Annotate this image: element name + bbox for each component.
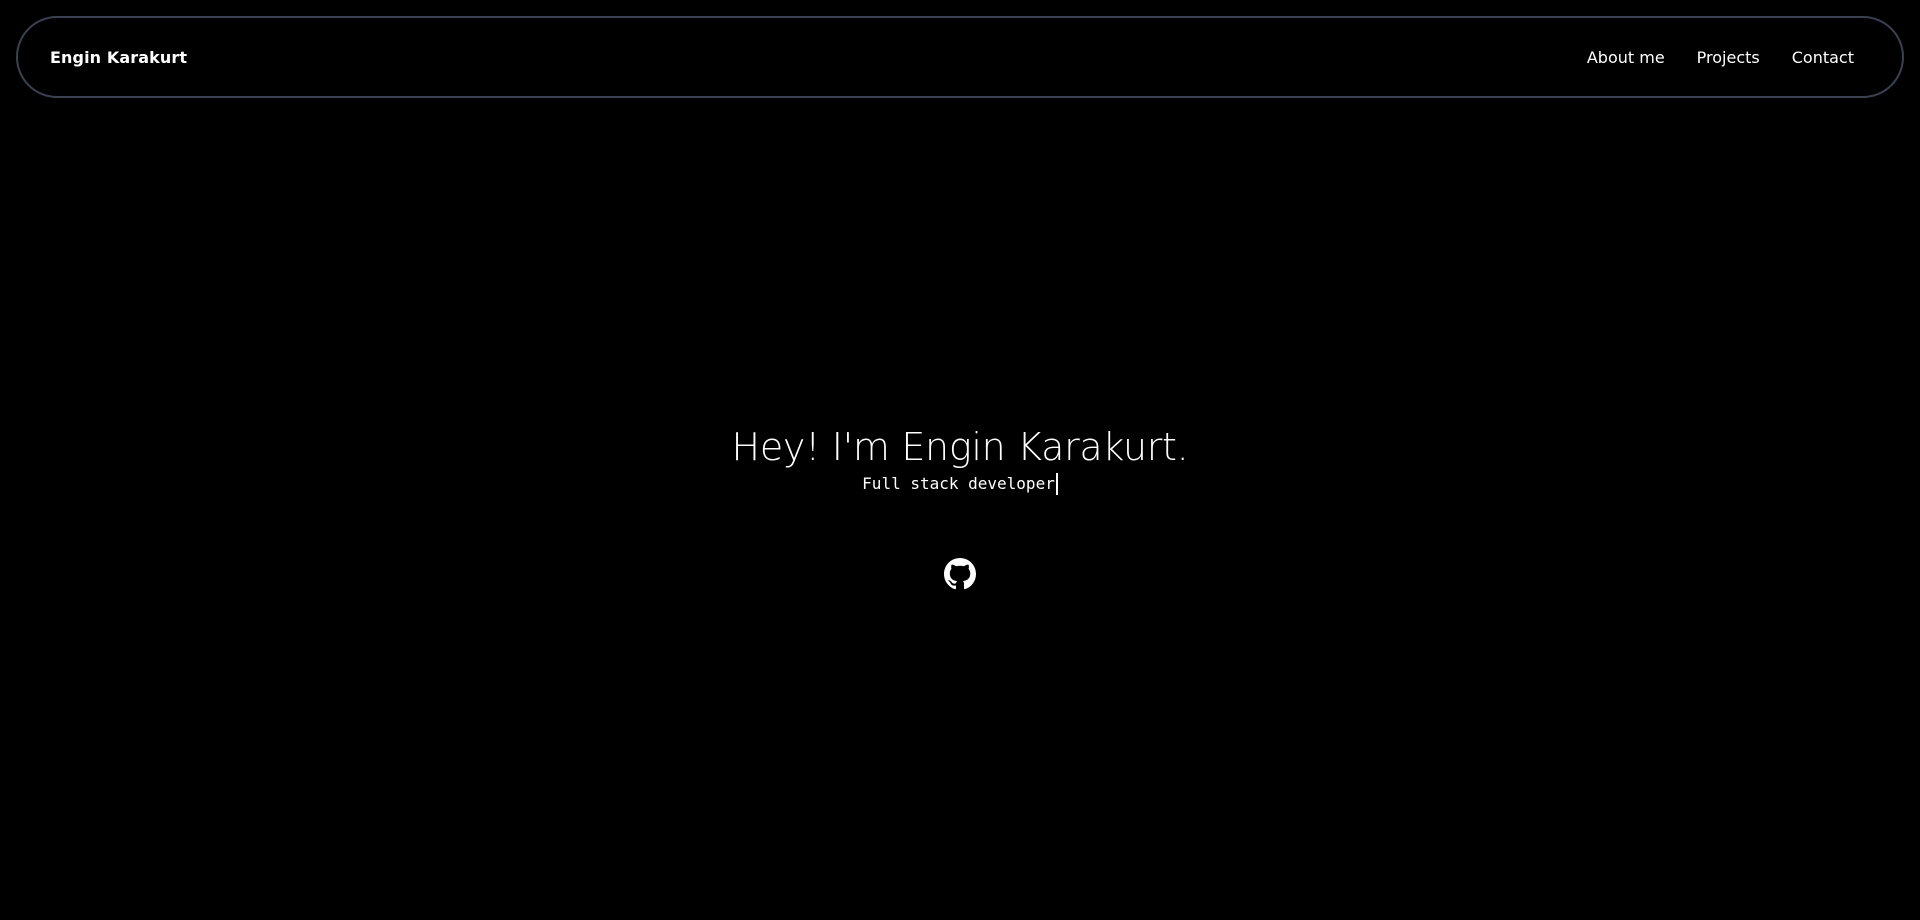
brand-link[interactable]: Engin Karakurt bbox=[50, 48, 187, 67]
typing-cursor bbox=[1055, 473, 1058, 495]
hero-section: Hey! I'm Engin Karakurt. Full stack deve… bbox=[0, 422, 1920, 496]
github-icon bbox=[944, 558, 976, 590]
nav-links: About me Projects Contact bbox=[1587, 48, 1854, 67]
nav-link-about-me[interactable]: About me bbox=[1587, 48, 1665, 67]
hero-subtitle: Full stack developer bbox=[862, 472, 1058, 496]
nav-link-contact[interactable]: Contact bbox=[1792, 48, 1854, 67]
hero-title: Hey! I'm Engin Karakurt. bbox=[731, 425, 1189, 469]
navbar: Engin Karakurt About me Projects Contact bbox=[16, 16, 1904, 98]
github-link[interactable] bbox=[944, 558, 976, 590]
subtitle-text: Full stack developer bbox=[862, 474, 1055, 493]
nav-link-projects[interactable]: Projects bbox=[1697, 48, 1760, 67]
